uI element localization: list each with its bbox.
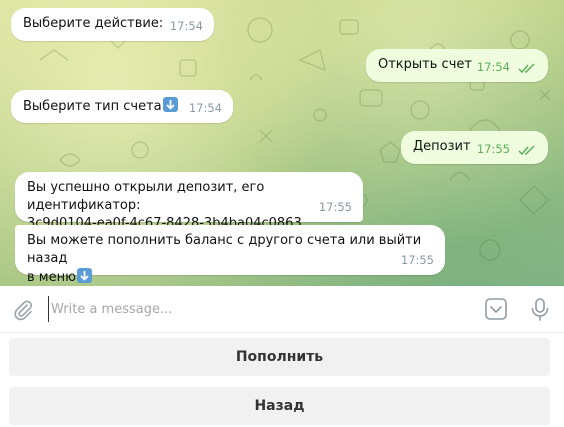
message-bubble-incoming[interactable]: Выберите тип счета 17:54 — [11, 90, 233, 123]
keyboard-toggle-icon[interactable] — [484, 297, 508, 321]
telegram-chat-window: Выберите действие: 17:54 Открыть счет 17… — [0, 0, 564, 427]
message-bubble-incoming[interactable]: Выберите действие: 17:54 — [11, 8, 214, 41]
message-text-line: Вы успешно открыли депозит, его идентифи… — [27, 180, 265, 213]
message-bubble-incoming[interactable]: Вы успешно открыли депозит, его идентифи… — [15, 172, 363, 231]
message-bubble-outgoing[interactable]: Депозит 17:55 — [401, 131, 548, 164]
message-text: Открыть счет — [378, 57, 472, 72]
microphone-icon[interactable] — [529, 297, 551, 321]
message-text-line: в меню — [27, 270, 77, 285]
message-time: 17:55 — [476, 142, 510, 156]
message-text: Выберите действие: — [23, 16, 164, 31]
message-time: 17:54 — [188, 101, 222, 115]
message-input[interactable] — [48, 296, 471, 322]
replenish-button[interactable]: Пополнить — [9, 338, 550, 376]
message-time: 17:54 — [169, 19, 203, 33]
paperclip-icon[interactable] — [12, 299, 34, 321]
reply-keyboard: Пополнить Назад — [0, 333, 564, 427]
message-time: 17:54 — [476, 60, 510, 74]
message-text-line: Вы можете пополнить баланс с другого сче… — [27, 233, 422, 266]
message-text: Депозит — [413, 139, 471, 154]
down-arrow-emoji-icon — [162, 97, 178, 112]
double-check-icon — [518, 145, 535, 156]
back-button[interactable]: Назад — [9, 387, 550, 425]
message-bubble-incoming[interactable]: Вы можете пополнить баланс с другого сче… — [15, 225, 445, 285]
message-time: 17:55 — [318, 200, 352, 214]
message-bubble-outgoing[interactable]: Открыть счет 17:54 — [366, 49, 548, 82]
message-text: Выберите тип счета — [23, 99, 162, 114]
down-arrow-emoji-icon — [77, 268, 93, 283]
message-composer — [0, 286, 564, 333]
message-time: 17:55 — [400, 253, 434, 267]
double-check-icon — [518, 63, 535, 74]
chat-history[interactable]: Выберите действие: 17:54 Открыть счет 17… — [0, 0, 564, 286]
